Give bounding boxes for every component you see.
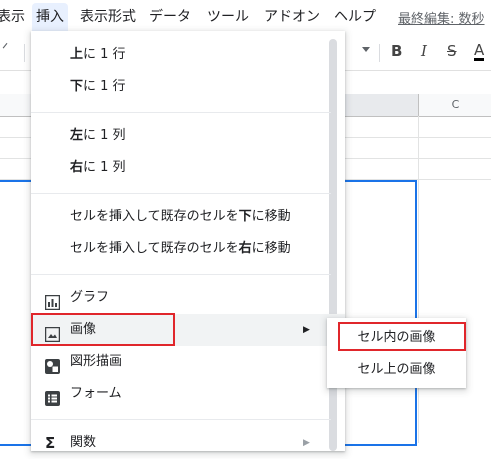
label-text: に 1 行 <box>83 79 126 94</box>
submenu-arrow-icon: ▶ <box>303 325 310 335</box>
highlight-image-item <box>31 313 175 346</box>
insert-drawing[interactable]: 図形描画 <box>31 346 345 378</box>
insert-column-right[interactable]: 右に 1 列 <box>31 152 345 184</box>
insert-row-below[interactable]: 下に 1 行 <box>31 71 345 103</box>
label-text: セルを挿入して既存のセルを <box>70 209 239 224</box>
insert-cells-shift-right[interactable]: セルを挿入して既存のセルを右に移動 <box>31 233 345 265</box>
label-bold: 右 <box>238 241 252 256</box>
label-text: に移動 <box>251 209 291 224</box>
insert-menu: 上に 1 行 下に 1 行 左に 1 列 右に 1 列 セルを挿入して既存のセル… <box>31 31 345 451</box>
label-bold: 左 <box>70 128 84 143</box>
label-text: に 1 列 <box>83 128 126 143</box>
column-gridline <box>418 116 419 443</box>
column-header-c[interactable]: C <box>418 94 491 116</box>
text-color-button[interactable]: A <box>474 42 485 61</box>
insert-cells-shift-down[interactable]: セルを挿入して既存のセルを下に移動 <box>31 201 345 233</box>
italic-button[interactable]: I <box>421 42 427 60</box>
menu-addons[interactable]: アドオン <box>264 8 320 26</box>
toolbar-partial-icon[interactable]: ᐟ <box>2 40 8 58</box>
menu-separator <box>31 419 331 420</box>
label-text: セルを挿入して既存のセルを <box>70 241 239 256</box>
toolbar-divider <box>24 44 25 62</box>
menu-separator <box>31 274 331 275</box>
drawing-label: 図形描画 <box>70 354 123 369</box>
last-edit-link[interactable]: 最終編集: 数秒 <box>398 8 485 27</box>
insert-function[interactable]: Σ 関数 ▶ <box>31 427 345 459</box>
bold-button[interactable]: B <box>391 42 402 60</box>
highlight-in-cell-item <box>338 322 466 351</box>
menu-help[interactable]: ヘルプ <box>334 8 376 26</box>
menu-data[interactable]: データ <box>149 8 191 26</box>
menu-separator <box>31 193 331 194</box>
label-bold: 下 <box>238 209 252 224</box>
label-bold: 上 <box>70 47 84 62</box>
submenu-arrow-icon: ▶ <box>303 438 310 448</box>
menu-tools[interactable]: ツール <box>207 8 249 26</box>
label-text: に 1 列 <box>83 160 126 175</box>
font-size-dropdown-icon[interactable] <box>362 47 370 52</box>
menu-insert[interactable]: 挿入 <box>32 3 68 31</box>
label-bold: 下 <box>70 79 84 94</box>
menu-format[interactable]: 表示形式 <box>80 8 136 26</box>
menu-view[interactable]: 表示 <box>0 8 25 26</box>
label-bold: 右 <box>70 160 84 175</box>
insert-form[interactable]: フォーム <box>31 378 345 410</box>
menu-separator <box>31 112 331 113</box>
strikethrough-button[interactable]: S <box>447 42 457 60</box>
chart-icon <box>44 291 61 311</box>
insert-chart[interactable]: グラフ <box>31 282 345 314</box>
chart-label: グラフ <box>70 290 110 305</box>
sigma-icon: Σ <box>45 434 56 452</box>
menubar: 表示 挿入 表示形式 データ ツール アドオン ヘルプ 最終編集: 数秒 <box>0 0 491 34</box>
insert-column-left[interactable]: 左に 1 列 <box>31 120 345 152</box>
column-header-selected[interactable] <box>343 94 419 116</box>
label-text: に 1 行 <box>83 47 126 62</box>
insert-image-over-cells[interactable]: セル上の画像 <box>327 354 466 386</box>
form-icon <box>45 387 60 406</box>
form-label: フォーム <box>70 386 122 401</box>
insert-row-above[interactable]: 上に 1 行 <box>31 39 345 71</box>
drawing-icon <box>45 355 60 374</box>
label-text: に移動 <box>251 241 291 256</box>
function-label: 関数 <box>70 435 97 450</box>
toolbar-divider <box>379 44 380 62</box>
